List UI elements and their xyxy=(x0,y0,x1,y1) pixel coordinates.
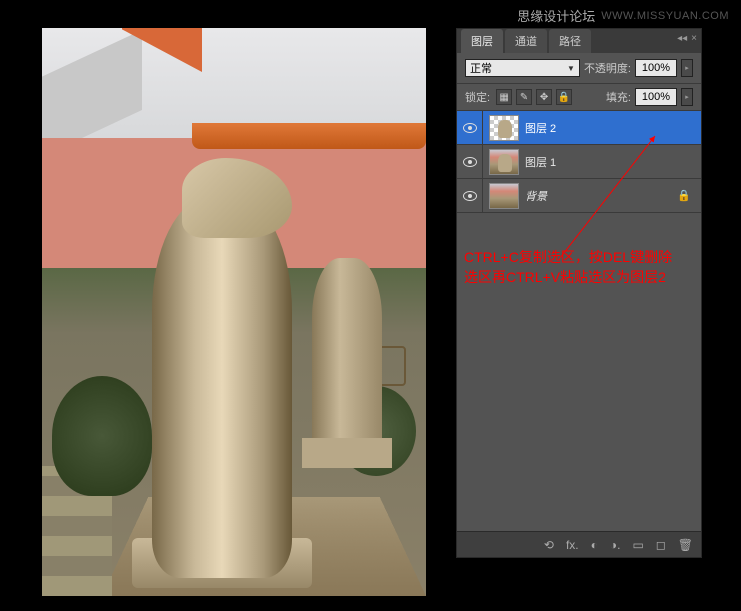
delete-layer-icon[interactable]: 🗑 xyxy=(678,538,693,552)
lock-position-icon[interactable]: ✥ xyxy=(536,89,552,105)
lock-icon: 🔒 xyxy=(677,189,691,203)
lock-pixels-icon[interactable]: ✎ xyxy=(516,89,532,105)
blend-row: 正常 不透明度: 100% ▸ xyxy=(457,53,701,84)
tab-channels[interactable]: 通道 xyxy=(505,29,547,53)
layer-row[interactable]: 背景 🔒 xyxy=(457,179,701,213)
mask-icon[interactable]: ◐ xyxy=(591,538,598,552)
lock-transparency-icon[interactable]: ▦ xyxy=(496,89,512,105)
lock-label: 锁定: xyxy=(465,89,490,105)
layer-thumbnail[interactable] xyxy=(489,183,519,209)
eye-icon xyxy=(463,123,477,133)
watermark-cn: 思缘设计论坛 xyxy=(517,6,595,25)
group-icon[interactable]: ▭ xyxy=(632,538,643,552)
blend-mode-select[interactable]: 正常 xyxy=(465,59,580,77)
eye-icon xyxy=(463,191,477,201)
tab-layers[interactable]: 图层 xyxy=(461,29,503,53)
watermark-en: WWW.MISSYUAN.COM xyxy=(601,10,729,22)
fill-stepper[interactable]: ▸ xyxy=(681,88,693,106)
tab-paths[interactable]: 路径 xyxy=(549,29,591,53)
layers-panel: ◂◂ × 图层 通道 路径 正常 不透明度: 100% ▸ 锁定: ▦ ✎ ✥ … xyxy=(456,28,702,558)
visibility-toggle[interactable] xyxy=(457,111,483,144)
eye-icon xyxy=(463,157,477,167)
visibility-toggle[interactable] xyxy=(457,179,483,212)
visibility-toggle[interactable] xyxy=(457,145,483,178)
layers-list: 图层 2 图层 1 背景 🔒 xyxy=(457,111,701,213)
layer-name[interactable]: 背景 xyxy=(525,188,677,204)
annotation-text: CTRL+C复制选区，按DEL键删除 选区再CTRL+V粘贴选区为图层2 xyxy=(464,248,714,287)
panel-controls: ◂◂ × xyxy=(665,33,697,47)
layer-thumbnail[interactable] xyxy=(489,149,519,175)
opacity-label: 不透明度: xyxy=(584,60,631,76)
blend-mode-value: 正常 xyxy=(470,60,492,76)
fx-icon[interactable]: fx. xyxy=(566,538,579,552)
annotation-line1: CTRL+C复制选区，按DEL键删除 xyxy=(464,248,714,268)
opacity-input[interactable]: 100% xyxy=(635,59,677,77)
panel-collapse-icon[interactable]: ◂◂ xyxy=(677,33,687,47)
fill-label: 填充: xyxy=(606,89,631,105)
layer-thumbnail[interactable] xyxy=(489,115,519,141)
opacity-stepper[interactable]: ▸ xyxy=(681,59,693,77)
link-layers-icon[interactable]: ⟲ xyxy=(544,538,554,552)
lock-row: 锁定: ▦ ✎ ✥ 🔒 填充: 100% ▸ xyxy=(457,84,701,111)
lock-icons: ▦ ✎ ✥ 🔒 xyxy=(496,89,572,105)
fill-input[interactable]: 100% xyxy=(635,88,677,106)
annotation-line2: 选区再CTRL+V粘贴选区为图层2 xyxy=(464,268,714,288)
new-layer-icon[interactable]: ◻ xyxy=(656,538,666,552)
layer-name[interactable]: 图层 2 xyxy=(525,120,701,136)
adjustment-icon[interactable]: ◑. xyxy=(610,538,621,552)
panel-footer: ⟲ fx. ◐ ◑. ▭ ◻ 🗑 xyxy=(457,531,701,557)
lock-all-icon[interactable]: 🔒 xyxy=(556,89,572,105)
layer-row[interactable]: 图层 2 xyxy=(457,111,701,145)
watermark: 思缘设计论坛 WWW.MISSYUAN.COM xyxy=(517,6,729,25)
layer-row[interactable]: 图层 1 xyxy=(457,145,701,179)
canvas-image[interactable] xyxy=(42,28,426,596)
layer-name[interactable]: 图层 1 xyxy=(525,154,701,170)
panel-close-icon[interactable]: × xyxy=(691,33,697,47)
